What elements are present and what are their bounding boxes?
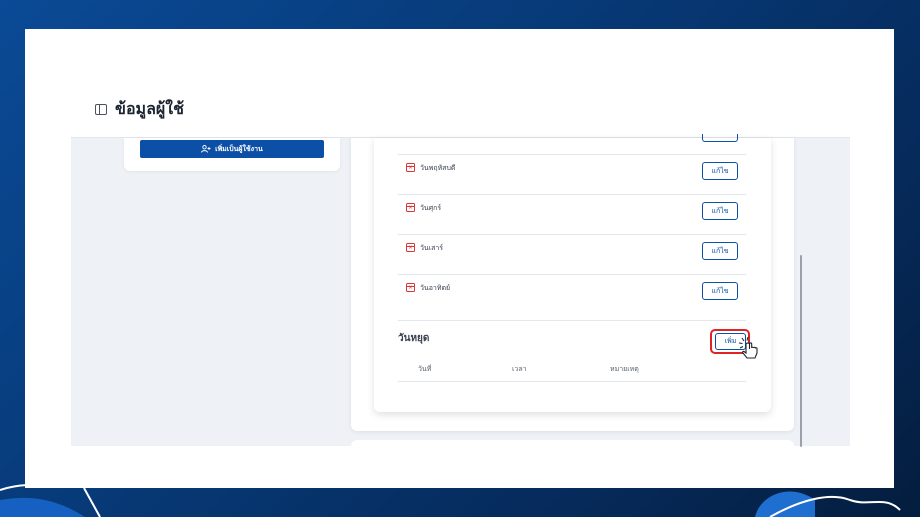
schedule-panel: วันพฤหัสบดี แก้ไข วันศุกร์ แก้ไข วันเสาร… bbox=[351, 134, 794, 431]
edit-button[interactable]: แก้ไข bbox=[702, 162, 738, 180]
screenshot-frame: ข้อมูลผู้ใช้ เพิ่มเป็นผู้ใช้งาน วันพฤหัส… bbox=[25, 29, 894, 488]
day-row: วันพฤหัสบดี แก้ไข bbox=[398, 154, 746, 194]
day-row: วันศุกร์ แก้ไข bbox=[398, 194, 746, 234]
top-bar: ข้อมูลผู้ใช้ bbox=[71, 82, 850, 138]
calendar-x-icon bbox=[406, 203, 415, 212]
edit-button-partial[interactable] bbox=[702, 134, 738, 142]
schedule-card: วันพฤหัสบดี แก้ไข วันศุกร์ แก้ไข วันเสาร… bbox=[374, 134, 771, 412]
section-divider bbox=[398, 320, 746, 321]
side-card: เพิ่มเป็นผู้ใช้งาน bbox=[124, 138, 340, 171]
table-header-line bbox=[398, 381, 746, 382]
day-label: วันพฤหัสบดี bbox=[420, 164, 456, 172]
calendar-x-icon bbox=[406, 283, 415, 292]
scrollbar[interactable] bbox=[800, 255, 802, 447]
day-label: วันอาทิตย์ bbox=[420, 284, 451, 292]
edit-button[interactable]: แก้ไข bbox=[702, 242, 738, 260]
sidebar-panel-icon[interactable] bbox=[95, 104, 107, 115]
hand-cursor-icon bbox=[738, 336, 758, 359]
day-row: วันอาทิตย์ แก้ไข bbox=[398, 274, 746, 314]
holiday-section-title: วันหยุด bbox=[398, 333, 430, 344]
day-label: วันศุกร์ bbox=[420, 204, 442, 212]
day-label: วันเสาร์ bbox=[420, 244, 444, 252]
add-user-label: เพิ่มเป็นผู้ใช้งาน bbox=[215, 144, 263, 153]
next-panel bbox=[351, 440, 794, 446]
day-row: วันเสาร์ แก้ไข bbox=[398, 234, 746, 274]
column-header-date: วันที่ bbox=[418, 365, 432, 373]
edit-button[interactable]: แก้ไข bbox=[702, 202, 738, 220]
column-header-note: หมายเหตุ bbox=[610, 365, 639, 373]
user-plus-icon bbox=[201, 145, 211, 153]
app-window: ข้อมูลผู้ใช้ เพิ่มเป็นผู้ใช้งาน วันพฤหัส… bbox=[71, 82, 850, 446]
edit-button[interactable]: แก้ไข bbox=[702, 282, 738, 300]
add-user-button[interactable]: เพิ่มเป็นผู้ใช้งาน bbox=[140, 140, 324, 158]
page-title: ข้อมูลผู้ใช้ bbox=[115, 99, 184, 118]
column-header-time: เวลา bbox=[512, 365, 527, 373]
calendar-x-icon bbox=[406, 163, 415, 172]
calendar-x-icon bbox=[406, 243, 415, 252]
